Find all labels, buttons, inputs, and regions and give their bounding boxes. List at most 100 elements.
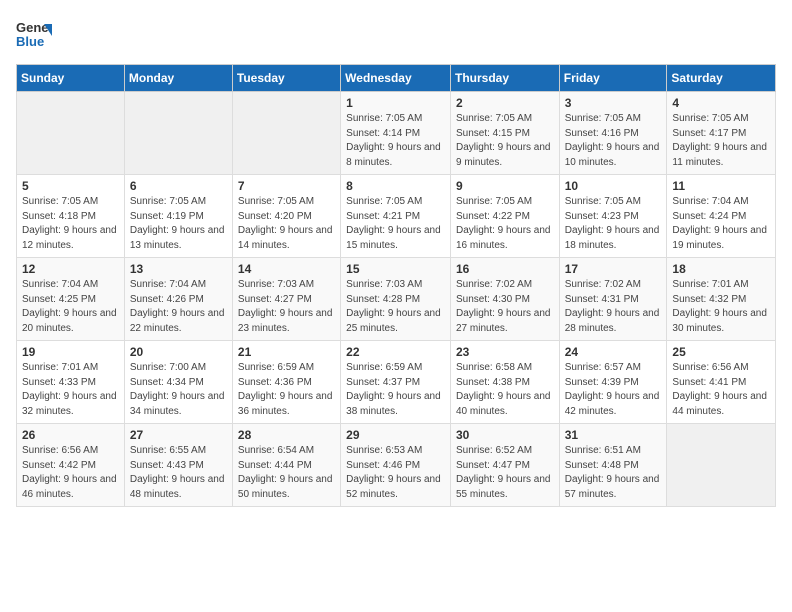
day-number: 6 (130, 179, 227, 193)
calendar-cell: 14 Sunrise: 7:03 AMSunset: 4:27 PMDayligh… (232, 258, 340, 341)
day-info: Sunrise: 7:03 AMSunset: 4:28 PMDaylight:… (346, 278, 445, 336)
page-header: General Blue (16, 16, 776, 52)
logo: General Blue (16, 16, 52, 52)
day-info: Sunrise: 7:05 AMSunset: 4:23 PMDaylight:… (565, 195, 662, 253)
calendar-cell: 26 Sunrise: 6:56 AMSunset: 4:42 PMDayligh… (17, 424, 125, 507)
calendar-cell: 1 Sunrise: 7:05 AMSunset: 4:14 PMDaylight… (341, 92, 451, 175)
day-number: 16 (456, 262, 554, 276)
day-number: 26 (22, 428, 119, 442)
day-number: 8 (346, 179, 445, 193)
day-info: Sunrise: 7:04 AMSunset: 4:24 PMDaylight:… (672, 195, 770, 253)
day-number: 2 (456, 96, 554, 110)
calendar-cell (667, 424, 776, 507)
weekday-header: Thursday (450, 65, 559, 92)
day-info: Sunrise: 7:03 AMSunset: 4:27 PMDaylight:… (238, 278, 335, 336)
day-info: Sunrise: 6:56 AMSunset: 4:41 PMDaylight:… (672, 361, 770, 419)
day-number: 5 (22, 179, 119, 193)
calendar-cell: 6 Sunrise: 7:05 AMSunset: 4:19 PMDaylight… (124, 175, 232, 258)
day-number: 3 (565, 96, 662, 110)
weekday-header: Tuesday (232, 65, 340, 92)
day-info: Sunrise: 7:05 AMSunset: 4:20 PMDaylight:… (238, 195, 335, 253)
day-info: Sunrise: 6:59 AMSunset: 4:37 PMDaylight:… (346, 361, 445, 419)
day-info: Sunrise: 7:05 AMSunset: 4:21 PMDaylight:… (346, 195, 445, 253)
calendar-cell: 13 Sunrise: 7:04 AMSunset: 4:26 PMDayligh… (124, 258, 232, 341)
day-info: Sunrise: 7:05 AMSunset: 4:16 PMDaylight:… (565, 112, 662, 170)
day-info: Sunrise: 7:04 AMSunset: 4:26 PMDaylight:… (130, 278, 227, 336)
day-number: 29 (346, 428, 445, 442)
calendar-cell: 17 Sunrise: 7:02 AMSunset: 4:31 PMDayligh… (559, 258, 667, 341)
calendar-cell: 24Sunrise: 6:57 AMSunset: 4:39 PMDayligh… (559, 341, 667, 424)
day-number: 14 (238, 262, 335, 276)
weekday-header-row: SundayMondayTuesdayWednesdayThursdayFrid… (17, 65, 776, 92)
day-number: 13 (130, 262, 227, 276)
day-info: Sunrise: 6:59 AMSunset: 4:36 PMDaylight:… (238, 361, 335, 419)
day-number: 27 (130, 428, 227, 442)
weekday-header: Wednesday (341, 65, 451, 92)
calendar-week-row: 1 Sunrise: 7:05 AMSunset: 4:14 PMDaylight… (17, 92, 776, 175)
calendar-cell: 5 Sunrise: 7:05 AMSunset: 4:18 PMDaylight… (17, 175, 125, 258)
day-info: Sunrise: 7:01 AMSunset: 4:33 PMDaylight:… (22, 361, 119, 419)
calendar-cell (124, 92, 232, 175)
day-info: Sunrise: 7:05 AMSunset: 4:22 PMDaylight:… (456, 195, 554, 253)
calendar-cell: 25 Sunrise: 6:56 AMSunset: 4:41 PMDayligh… (667, 341, 776, 424)
day-info: Sunrise: 7:01 AMSunset: 4:32 PMDaylight:… (672, 278, 770, 336)
day-info: Sunrise: 7:02 AMSunset: 4:31 PMDaylight:… (565, 278, 662, 336)
day-number: 9 (456, 179, 554, 193)
day-info: Sunrise: 6:55 AMSunset: 4:43 PMDaylight:… (130, 444, 227, 502)
day-number: 28 (238, 428, 335, 442)
calendar-cell: 21 Sunrise: 6:59 AMSunset: 4:36 PMDayligh… (232, 341, 340, 424)
svg-text:Blue: Blue (16, 34, 44, 49)
calendar-cell: 7Sunrise: 7:05 AMSunset: 4:20 PMDaylight… (232, 175, 340, 258)
calendar-cell (232, 92, 340, 175)
weekday-header: Monday (124, 65, 232, 92)
calendar-cell (17, 92, 125, 175)
calendar-cell: 28 Sunrise: 6:54 AMSunset: 4:44 PMDayligh… (232, 424, 340, 507)
calendar-cell: 19 Sunrise: 7:01 AMSunset: 4:33 PMDayligh… (17, 341, 125, 424)
calendar-cell: 22Sunrise: 6:59 AMSunset: 4:37 PMDayligh… (341, 341, 451, 424)
day-number: 18 (672, 262, 770, 276)
calendar-cell: 11Sunrise: 7:04 AMSunset: 4:24 PMDayligh… (667, 175, 776, 258)
day-number: 19 (22, 345, 119, 359)
day-number: 1 (346, 96, 445, 110)
calendar-cell: 12Sunrise: 7:04 AMSunset: 4:25 PMDayligh… (17, 258, 125, 341)
day-info: Sunrise: 6:58 AMSunset: 4:38 PMDaylight:… (456, 361, 554, 419)
calendar-cell: 15 Sunrise: 7:03 AMSunset: 4:28 PMDayligh… (341, 258, 451, 341)
calendar-table: SundayMondayTuesdayWednesdayThursdayFrid… (16, 64, 776, 507)
calendar-cell: 18 Sunrise: 7:01 AMSunset: 4:32 PMDayligh… (667, 258, 776, 341)
calendar-week-row: 26 Sunrise: 6:56 AMSunset: 4:42 PMDayligh… (17, 424, 776, 507)
logo-icon: General Blue (16, 16, 52, 52)
day-info: Sunrise: 6:56 AMSunset: 4:42 PMDaylight:… (22, 444, 119, 502)
day-info: Sunrise: 7:05 AMSunset: 4:14 PMDaylight:… (346, 112, 445, 170)
calendar-cell: 9 Sunrise: 7:05 AMSunset: 4:22 PMDaylight… (450, 175, 559, 258)
weekday-header: Sunday (17, 65, 125, 92)
day-info: Sunrise: 6:51 AMSunset: 4:48 PMDaylight:… (565, 444, 662, 502)
day-info: Sunrise: 7:02 AMSunset: 4:30 PMDaylight:… (456, 278, 554, 336)
day-info: Sunrise: 6:52 AMSunset: 4:47 PMDaylight:… (456, 444, 554, 502)
day-info: Sunrise: 7:05 AMSunset: 4:19 PMDaylight:… (130, 195, 227, 253)
calendar-week-row: 5 Sunrise: 7:05 AMSunset: 4:18 PMDaylight… (17, 175, 776, 258)
calendar-cell: 23 Sunrise: 6:58 AMSunset: 4:38 PMDayligh… (450, 341, 559, 424)
day-info: Sunrise: 7:00 AMSunset: 4:34 PMDaylight:… (130, 361, 227, 419)
day-info: Sunrise: 6:53 AMSunset: 4:46 PMDaylight:… (346, 444, 445, 502)
day-number: 17 (565, 262, 662, 276)
calendar-week-row: 19 Sunrise: 7:01 AMSunset: 4:33 PMDayligh… (17, 341, 776, 424)
weekday-header: Saturday (667, 65, 776, 92)
calendar-cell: 8 Sunrise: 7:05 AMSunset: 4:21 PMDaylight… (341, 175, 451, 258)
calendar-cell: 29 Sunrise: 6:53 AMSunset: 4:46 PMDayligh… (341, 424, 451, 507)
day-number: 25 (672, 345, 770, 359)
calendar-cell: 4Sunrise: 7:05 AMSunset: 4:17 PMDaylight… (667, 92, 776, 175)
calendar-cell: 31Sunrise: 6:51 AMSunset: 4:48 PMDayligh… (559, 424, 667, 507)
day-number: 24 (565, 345, 662, 359)
day-info: Sunrise: 7:05 AMSunset: 4:15 PMDaylight:… (456, 112, 554, 170)
day-number: 21 (238, 345, 335, 359)
weekday-header: Friday (559, 65, 667, 92)
day-number: 15 (346, 262, 445, 276)
day-number: 23 (456, 345, 554, 359)
day-number: 10 (565, 179, 662, 193)
day-number: 20 (130, 345, 227, 359)
day-info: Sunrise: 7:05 AMSunset: 4:17 PMDaylight:… (672, 112, 770, 170)
calendar-cell: 16 Sunrise: 7:02 AMSunset: 4:30 PMDayligh… (450, 258, 559, 341)
calendar-cell: 2 Sunrise: 7:05 AMSunset: 4:15 PMDaylight… (450, 92, 559, 175)
day-info: Sunrise: 7:05 AMSunset: 4:18 PMDaylight:… (22, 195, 119, 253)
day-info: Sunrise: 6:54 AMSunset: 4:44 PMDaylight:… (238, 444, 335, 502)
